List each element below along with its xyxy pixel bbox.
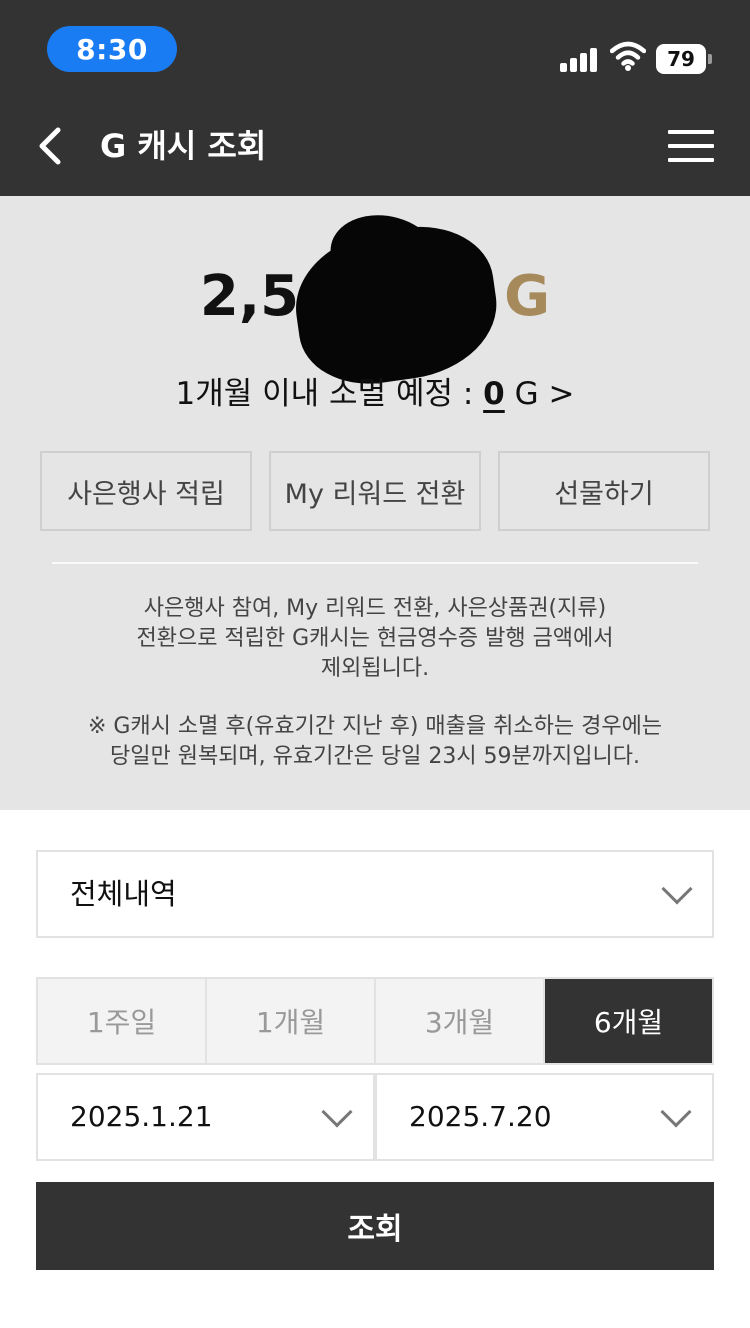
hamburger-menu-icon[interactable] (668, 128, 716, 164)
signal-icon (560, 46, 600, 72)
app-header: G 캐시 조회 (0, 98, 750, 196)
chevron-down-icon (321, 1096, 353, 1128)
tab-1-month[interactable]: 1개월 (207, 979, 376, 1063)
event-earn-button[interactable]: 사은행사 적립 (40, 451, 252, 531)
balance-amount: 2,5 (199, 264, 300, 329)
battery-level: 79 (656, 44, 706, 74)
start-date-value: 2025.1.21 (70, 1100, 213, 1133)
gift-button[interactable]: 선물하기 (498, 451, 710, 531)
battery-icon: 79 (656, 44, 712, 74)
chevron-down-icon (660, 1096, 692, 1128)
expire-suffix[interactable]: G > (515, 376, 575, 412)
end-date-value: 2025.7.20 (409, 1100, 552, 1133)
wifi-icon (610, 41, 646, 71)
back-button[interactable] (30, 124, 74, 168)
status-time: 8:30 (47, 26, 177, 72)
receipt-notice: 사은행사 참여, My 리워드 전환, 사은상품권(지류) 전환으로 적립한 G… (136, 596, 614, 681)
tab-1-week[interactable]: 1주일 (38, 979, 207, 1063)
divider (52, 562, 698, 564)
chevron-down-icon (661, 873, 693, 905)
history-type-value: 전체내역 (70, 877, 177, 911)
my-reward-convert-button[interactable]: My 리워드 전환 (269, 451, 481, 531)
expiring-soon-row: 1개월 이내 소멸 예정 : 0 G > (0, 368, 750, 413)
start-date-select[interactable]: 2025.1.21 (36, 1073, 375, 1161)
page-title: G 캐시 조회 (100, 127, 267, 165)
search-button[interactable]: 조회 (36, 1182, 714, 1270)
expire-amount-link[interactable]: 0 (483, 376, 505, 412)
tab-6-months[interactable]: 6개월 (545, 979, 712, 1063)
history-type-select[interactable]: 전체내역 (36, 850, 714, 938)
tab-3-months[interactable]: 3개월 (376, 979, 545, 1063)
status-bar: 8:30 79 (0, 0, 750, 98)
gcash-summary-panel: 2,5 G 1개월 이내 소멸 예정 : 0 G > 사은행사 적립 My 리워드… (0, 196, 750, 810)
period-tabs: 1주일 1개월 3개월 6개월 (36, 977, 714, 1065)
balance-unit: G (504, 264, 551, 329)
expire-label: 1개월 이내 소멸 예정 : (175, 376, 474, 412)
expiry-warning: ※ G캐시 소멸 후(유효기간 지난 후) 매출을 취소하는 경우에는 당일만 … (87, 714, 663, 769)
end-date-select[interactable]: 2025.7.20 (375, 1073, 714, 1161)
